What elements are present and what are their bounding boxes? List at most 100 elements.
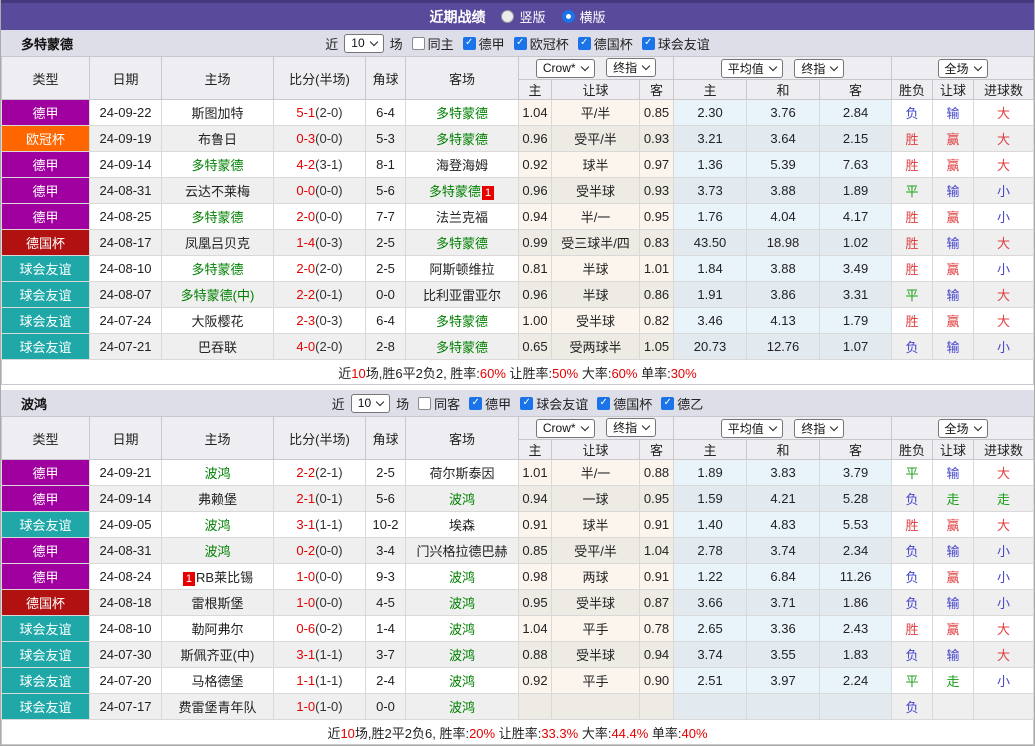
avg-away-cell <box>820 694 892 720</box>
home-team-name: 斯佩齐亚(中) <box>181 648 255 663</box>
odds-handicap-cell: 受半球 <box>552 590 640 616</box>
date-cell: 24-08-10 <box>90 256 162 282</box>
league-filter-checkbox[interactable]: ✓ <box>463 37 476 50</box>
league-type-cell: 德国杯 <box>2 590 90 616</box>
result-outcome-cell: 负 <box>892 564 933 590</box>
league-filter-checkbox[interactable]: ✓ <box>520 397 533 410</box>
fulltime-score: 3-1 <box>296 517 315 532</box>
away-team-name: 多特蒙德 <box>436 236 488 251</box>
league-type-cell: 德甲 <box>2 486 90 512</box>
odds-away-cell: 0.95 <box>640 204 674 230</box>
league-filter-checkbox[interactable]: ✓ <box>597 397 610 410</box>
odds-handicap-cell: 平手 <box>552 616 640 642</box>
score-cell: 1-0(0-0) <box>274 564 366 590</box>
team-name: 波鸿 <box>21 394 47 413</box>
halftime-score: (0-1) <box>315 287 342 302</box>
fulltime-score: 1-0 <box>296 699 315 714</box>
away-team-cell: 法兰克福 <box>406 204 519 230</box>
league-type-cell: 球会友谊 <box>2 256 90 282</box>
league-filter-checkbox[interactable]: ✓ <box>469 397 482 410</box>
same-venue-label: 同客 <box>434 394 460 413</box>
col-header-odds-away: 客 <box>640 80 674 100</box>
chevron-down-icon <box>973 422 981 430</box>
odds-away-cell: 0.94 <box>640 642 674 668</box>
odds-away-cell: 0.87 <box>640 590 674 616</box>
odds-away-cell: 1.01 <box>640 256 674 282</box>
avg-draw-cell: 5.39 <box>747 152 820 178</box>
col-header-outcome: 胜负 <box>892 440 933 460</box>
summary-text: 近 <box>338 366 351 381</box>
match-row: 球会友谊24-07-21巴吞联4-0(2-0)2-8多特蒙德0.65受两球半1.… <box>2 334 1034 360</box>
league-filter-checkbox[interactable]: ✓ <box>578 37 591 50</box>
away-team-cell: 波鸿 <box>406 564 519 590</box>
summary-text: 大率: <box>578 366 611 381</box>
layout-radio-horizontal[interactable]: 横版 <box>562 7 606 26</box>
col-header-corner: 角球 <box>366 57 406 100</box>
col-header-odds-handicap: 让球 <box>552 80 640 100</box>
bookmaker-select[interactable]: Crow* <box>536 419 595 438</box>
avg-home-cell: 1.84 <box>674 256 747 282</box>
halftime-score: (2-0) <box>315 105 342 120</box>
match-row: 德甲24-09-14多特蒙德4-2(3-1)8-1海登海姆0.92球半0.971… <box>2 152 1034 178</box>
handicap-stage-select[interactable]: 终指 <box>606 418 656 437</box>
handicap-odds-group-header: Crow* 终指 <box>519 57 674 80</box>
league-type-cell: 德甲 <box>2 178 90 204</box>
bookmaker-select[interactable]: Crow* <box>536 59 595 78</box>
score-cell: 3-1(1-1) <box>274 512 366 538</box>
avg-away-cell: 2.34 <box>820 538 892 564</box>
result-handicap-cell <box>933 694 974 720</box>
avg-draw-cell: 3.74 <box>747 538 820 564</box>
layout-radio-vertical[interactable]: 竖版 <box>501 7 545 26</box>
date-cell: 24-07-20 <box>90 668 162 694</box>
home-team-cell: 斯图加特 <box>162 100 274 126</box>
avg-home-cell: 20.73 <box>674 334 747 360</box>
same-venue-checkbox[interactable] <box>412 37 425 50</box>
avg-draw-cell: 3.71 <box>747 590 820 616</box>
home-team-name: 多特蒙德 <box>191 210 243 225</box>
average-stage-select[interactable]: 终指 <box>794 59 844 78</box>
home-team-name: 多特蒙德 <box>191 158 243 173</box>
corner-cell: 5-3 <box>366 126 406 152</box>
scope-select[interactable]: 全场 <box>938 419 988 438</box>
chevron-down-icon <box>580 423 588 431</box>
corner-cell: 6-4 <box>366 100 406 126</box>
average-select[interactable]: 平均值 <box>721 419 783 438</box>
fulltime-score: 2-2 <box>296 465 315 480</box>
scope-select[interactable]: 全场 <box>938 59 988 78</box>
avg-away-cell: 4.17 <box>820 204 892 230</box>
col-header-goals: 进球数 <box>974 80 1034 100</box>
chevron-down-icon <box>580 63 588 71</box>
away-team-cell: 埃森 <box>406 512 519 538</box>
result-outcome-cell: 负 <box>892 642 933 668</box>
red-card-badge: 1 <box>183 572 195 586</box>
same-venue-checkbox[interactable] <box>418 397 431 410</box>
average-select[interactable]: 平均值 <box>721 59 783 78</box>
score-cell: 5-1(2-0) <box>274 100 366 126</box>
recent-count-select[interactable]: 10 <box>344 34 383 53</box>
odds-handicap-cell: 半/一 <box>552 204 640 230</box>
col-header-odds-handicap: 让球 <box>552 440 640 460</box>
result-handicap-cell: 输 <box>933 230 974 256</box>
result-handicap-cell: 赢 <box>933 616 974 642</box>
summary-text: 单率: <box>648 726 681 741</box>
odds-handicap-cell: 受半球 <box>552 178 640 204</box>
league-filter-checkbox[interactable]: ✓ <box>642 37 655 50</box>
odds-away-cell: 0.78 <box>640 616 674 642</box>
chevron-down-icon <box>642 422 650 430</box>
result-outcome-cell: 胜 <box>892 256 933 282</box>
average-stage-select[interactable]: 终指 <box>794 419 844 438</box>
league-filter-checkbox[interactable]: ✓ <box>514 37 527 50</box>
col-header-avg-away: 客 <box>820 440 892 460</box>
date-cell: 24-08-31 <box>90 178 162 204</box>
recent-count-select[interactable]: 10 <box>351 394 390 413</box>
handicap-stage-select[interactable]: 终指 <box>606 58 656 77</box>
odds-away-cell: 0.91 <box>640 512 674 538</box>
result-handicap-cell: 输 <box>933 460 974 486</box>
score-cell: 4-2(3-1) <box>274 152 366 178</box>
result-goals-cell: 大 <box>974 152 1034 178</box>
match-row: 欧冠杯24-09-19布鲁日0-3(0-0)5-3多特蒙德0.96受平/半0.9… <box>2 126 1034 152</box>
date-cell: 24-08-17 <box>90 230 162 256</box>
result-handicap-cell: 输 <box>933 538 974 564</box>
league-filter-checkbox[interactable]: ✓ <box>661 397 674 410</box>
halftime-score: (0-3) <box>315 235 342 250</box>
